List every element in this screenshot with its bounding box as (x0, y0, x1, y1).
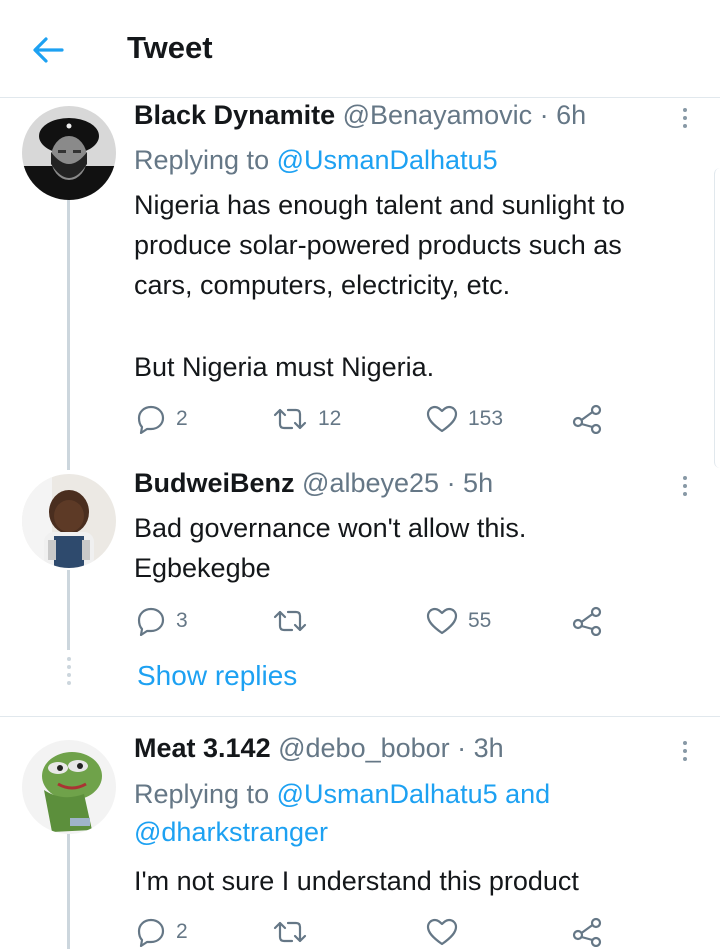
retweet-count: 12 (318, 407, 342, 430)
heart-icon (426, 405, 458, 433)
divider (0, 716, 720, 717)
more-options-button[interactable] (680, 108, 690, 128)
reply-icon (137, 405, 165, 434)
author-name[interactable]: Meat 3.142 (134, 733, 271, 763)
thread-gap-indicator (66, 657, 71, 685)
replying-to-line: Replying to @UsmanDalhatu5 (134, 141, 498, 179)
reply-button[interactable]: 2 (136, 917, 188, 947)
show-replies-link[interactable]: Show replies (137, 660, 297, 692)
top-bar: Tweet (0, 0, 720, 98)
more-options-button[interactable] (680, 476, 690, 496)
tweet-text: Bad governance won't allow this. Egbekeg… (134, 508, 714, 588)
tweet-text-line: cars, computers, electricity, etc. (134, 270, 511, 300)
tweet-text-line: Egbekegbe (134, 553, 271, 583)
more-options-button[interactable] (680, 741, 690, 761)
mention-link[interactable]: @dharkstranger (134, 813, 550, 851)
share-icon (572, 917, 602, 947)
tweet-actions: 3 55 (134, 606, 614, 636)
like-count: 55 (468, 609, 492, 632)
share-button[interactable] (572, 606, 604, 636)
tweet-text: I'm not sure I understand this product (134, 861, 714, 901)
retweet-button[interactable] (272, 917, 308, 947)
retweet-button[interactable]: 12 (272, 404, 341, 434)
tweet-actions: 2 12 153 (134, 404, 614, 434)
author-name[interactable]: Black Dynamite (134, 100, 335, 130)
page-title: Tweet (127, 30, 213, 65)
tweet-time: · 3h (457, 733, 504, 763)
tweet-text-line: Bad governance won't allow this. (134, 513, 527, 543)
share-icon (572, 404, 602, 434)
tweet-time: · 6h (539, 100, 587, 130)
avatar[interactable] (22, 740, 116, 834)
thread-connector (67, 570, 70, 650)
reply-button[interactable]: 2 (136, 404, 188, 434)
scrollbar[interactable] (714, 168, 720, 468)
heart-icon (426, 607, 458, 635)
tweet-text-line: But Nigeria must Nigeria. (134, 352, 435, 382)
like-count: 153 (468, 407, 504, 430)
author-name[interactable]: BudweiBenz (134, 468, 295, 498)
reply-button[interactable]: 3 (136, 606, 188, 636)
retweet-icon (273, 610, 307, 632)
share-button[interactable] (572, 917, 604, 947)
tweet-actions: 2 (134, 917, 614, 947)
tweet-text-line: I'm not sure I understand this product (134, 866, 579, 896)
arrow-left-icon (33, 37, 64, 63)
replying-to-label: Replying to (134, 779, 277, 809)
tweet-text-line (134, 305, 714, 347)
back-button[interactable] (28, 30, 68, 70)
reply-icon (137, 918, 165, 947)
avatar[interactable] (22, 474, 116, 568)
reply-count: 3 (176, 609, 188, 632)
reply-icon (137, 607, 165, 636)
replying-to-line: Replying to @UsmanDalhatu5 and @dharkstr… (134, 775, 550, 851)
mention-link[interactable]: @UsmanDalhatu5 and (277, 779, 551, 809)
author-handle[interactable]: @debo_bobor (278, 733, 450, 763)
author-handle[interactable]: @albeye25 (302, 468, 439, 498)
tweet-author-line: Meat 3.142 @debo_bobor · 3h (134, 733, 504, 764)
like-button[interactable]: 55 (426, 606, 491, 636)
tweet-time: · 5h (446, 468, 494, 498)
like-button[interactable] (426, 917, 458, 947)
tweet-author-line: BudweiBenz @albeye25 · 5h (134, 468, 493, 499)
heart-icon (426, 918, 458, 946)
tweet-text: Nigeria has enough talent and sunlight t… (134, 185, 714, 387)
thread-connector (67, 200, 70, 470)
author-handle[interactable]: @Benayamovic (343, 100, 533, 130)
share-icon (572, 606, 602, 636)
mention-link[interactable]: @UsmanDalhatu5 (277, 145, 498, 175)
replying-to-label: Replying to (134, 145, 277, 175)
retweet-button[interactable] (272, 606, 318, 636)
retweet-icon (273, 408, 307, 430)
reply-count: 2 (176, 920, 188, 943)
tweet-text-line: produce solar-powered products such as (134, 230, 622, 260)
like-button[interactable]: 153 (426, 404, 503, 434)
retweet-icon (273, 921, 307, 943)
avatar[interactable] (22, 106, 116, 200)
tweet-author-line: Black Dynamite @Benayamovic · 6h (134, 100, 586, 131)
tweet-text-line: Nigeria has enough talent and sunlight t… (134, 190, 625, 220)
thread-connector (67, 832, 70, 949)
reply-count: 2 (176, 407, 188, 430)
share-button[interactable] (572, 404, 604, 434)
